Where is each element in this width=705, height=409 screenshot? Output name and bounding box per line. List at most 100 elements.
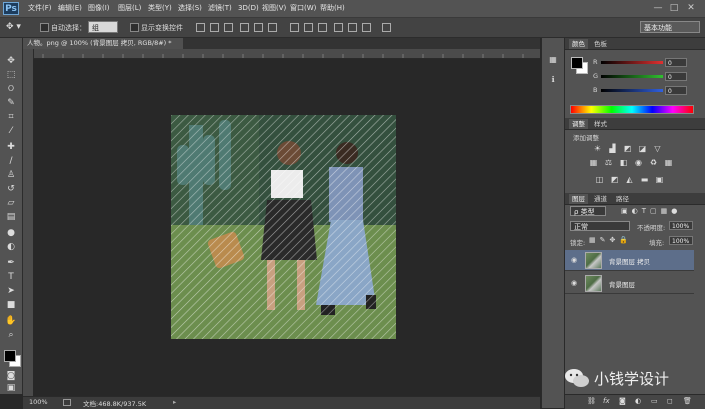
gradient-tool-icon[interactable]: ▤ xyxy=(5,211,17,223)
auto-align-icon[interactable] xyxy=(382,23,391,32)
status-menu-arrow-icon[interactable]: ▸ xyxy=(173,398,176,406)
color-spectrum-bar[interactable] xyxy=(570,105,694,114)
pen-tool-icon[interactable]: ✒ xyxy=(5,257,17,269)
menu-layer[interactable]: 图层(L) xyxy=(118,0,141,17)
move-tool-preset-icon[interactable]: ✥ ▾ xyxy=(6,21,30,33)
document-tab[interactable]: 人物。png @ 100% (背景图层 拷贝, RGB/8#) * xyxy=(23,38,183,49)
document-info[interactable]: 文档:468.8K/937.5K xyxy=(83,398,146,408)
visibility-eye-icon[interactable]: ◉ xyxy=(570,279,578,287)
history-brush-tool-icon[interactable]: ↺ xyxy=(5,183,17,195)
invert-icon[interactable]: ◫ xyxy=(595,175,604,184)
channel-r-slider[interactable] xyxy=(601,61,663,64)
path-selection-tool-icon[interactable]: ➤ xyxy=(5,285,17,297)
layer-filter-dropdown[interactable]: ρ 类型 xyxy=(570,206,606,216)
menu-edit[interactable]: 编辑(E) xyxy=(58,0,82,17)
opacity-value[interactable]: 100% xyxy=(669,221,693,230)
zoom-level[interactable]: 100% xyxy=(29,398,48,406)
align-hcenter-icon[interactable] xyxy=(254,23,263,32)
auto-select-checkbox[interactable] xyxy=(40,23,49,32)
menu-window[interactable]: 窗口(W) xyxy=(290,0,316,17)
trash-icon[interactable]: 🗑 xyxy=(683,397,692,405)
screen-mode-icon[interactable]: ▣ xyxy=(5,382,17,394)
brightness-icon[interactable]: ☀ xyxy=(593,144,602,153)
photo-filter-icon[interactable]: ◉ xyxy=(634,158,643,167)
maximize-button[interactable]: □ xyxy=(668,2,680,14)
gradient-map-icon[interactable]: ▬ xyxy=(640,175,649,184)
blur-tool-icon[interactable]: ● xyxy=(5,227,17,239)
adjustment-icon[interactable]: ◐ xyxy=(635,397,641,405)
tab-styles[interactable]: 样式 xyxy=(591,119,610,129)
quick-select-tool-icon[interactable]: ✎ xyxy=(5,97,17,109)
properties-panel-icon[interactable]: ℹ xyxy=(548,75,558,84)
tab-layers[interactable]: 图层 xyxy=(569,194,588,204)
layer-name[interactable]: 背景图层 xyxy=(609,279,635,289)
levels-icon[interactable]: ▟ xyxy=(608,144,617,153)
quick-mask-icon[interactable]: ◙ xyxy=(5,370,17,382)
folder-icon[interactable]: ▭ xyxy=(651,397,658,405)
align-vcenter-icon[interactable] xyxy=(210,23,219,32)
shape-tool-icon[interactable]: ■ xyxy=(5,299,17,311)
tab-color[interactable]: 颜色 xyxy=(569,39,588,49)
tab-swatches[interactable]: 色板 xyxy=(591,39,610,49)
distribute-right-icon[interactable] xyxy=(362,23,371,32)
layer-row[interactable]: ◉ 背景图层 xyxy=(565,273,694,294)
crop-tool-icon[interactable]: ⌗ xyxy=(5,111,17,123)
layer-name[interactable]: 背景图层 拷贝 xyxy=(609,256,650,266)
distribute-left-icon[interactable] xyxy=(334,23,343,32)
eyedropper-tool-icon[interactable]: ⁄ xyxy=(5,125,17,137)
color-balance-icon[interactable]: ⚖ xyxy=(604,158,613,167)
distribute-vcenter-icon[interactable] xyxy=(304,23,313,32)
align-bottom-icon[interactable] xyxy=(224,23,233,32)
new-layer-icon[interactable]: ◻ xyxy=(667,397,673,405)
distribute-top-icon[interactable] xyxy=(290,23,299,32)
artwork-image[interactable] xyxy=(171,115,396,339)
color-fg-swatch[interactable] xyxy=(571,57,583,69)
channel-g-slider[interactable] xyxy=(601,75,663,78)
channel-mixer-icon[interactable]: ♻ xyxy=(649,158,658,167)
menu-type[interactable]: 类型(Y) xyxy=(148,0,172,17)
auto-select-dropdown[interactable]: 组 xyxy=(88,21,118,33)
color-lookup-icon[interactable]: ▦ xyxy=(664,158,673,167)
tab-paths[interactable]: 路径 xyxy=(613,194,632,204)
align-right-icon[interactable] xyxy=(268,23,277,32)
fx-icon[interactable]: fx xyxy=(603,397,610,405)
menu-view[interactable]: 视图(V) xyxy=(262,0,286,17)
workspace-dropdown[interactable]: 基本功能 xyxy=(640,21,700,33)
minimize-button[interactable]: — xyxy=(652,2,664,14)
vibrance-icon[interactable]: ▽ xyxy=(653,144,662,153)
channel-g-value[interactable]: 0 xyxy=(665,72,687,81)
show-transform-checkbox[interactable] xyxy=(130,23,139,32)
curves-icon[interactable]: ◩ xyxy=(623,144,632,153)
link-icon[interactable]: ⛓ xyxy=(587,397,596,405)
menu-filter[interactable]: 滤镜(T) xyxy=(208,0,232,17)
black-white-icon[interactable]: ◧ xyxy=(619,158,628,167)
align-left-icon[interactable] xyxy=(240,23,249,32)
visibility-eye-icon[interactable]: ◉ xyxy=(570,256,578,264)
zoom-tool-icon[interactable]: ⌕ xyxy=(5,329,17,341)
healing-brush-tool-icon[interactable]: ✚ xyxy=(5,141,17,153)
type-tool-icon[interactable]: T xyxy=(5,271,17,283)
foreground-color-swatch[interactable] xyxy=(4,350,16,362)
channel-b-slider[interactable] xyxy=(601,89,663,92)
tab-adjustments[interactable]: 调整 xyxy=(569,119,588,129)
posterize-icon[interactable]: ◩ xyxy=(610,175,619,184)
menu-help[interactable]: 帮助(H) xyxy=(320,0,345,17)
mask-icon[interactable]: ◙ xyxy=(619,397,626,405)
lasso-tool-icon[interactable]: ଠ xyxy=(5,83,17,95)
move-tool-icon[interactable]: ✥ xyxy=(5,55,17,67)
marquee-tool-icon[interactable]: ⬚ xyxy=(5,69,17,81)
tab-channels[interactable]: 通道 xyxy=(591,194,610,204)
distribute-bottom-icon[interactable] xyxy=(318,23,327,32)
dodge-tool-icon[interactable]: ◐ xyxy=(5,241,17,253)
blend-mode-dropdown[interactable]: 正常 xyxy=(570,221,630,231)
status-export-icon[interactable] xyxy=(63,399,71,406)
history-panel-icon[interactable]: ▦ xyxy=(548,55,558,64)
eraser-tool-icon[interactable]: ▱ xyxy=(5,197,17,209)
clone-stamp-tool-icon[interactable]: ♙ xyxy=(5,169,17,181)
hue-saturation-icon[interactable]: ▦ xyxy=(589,158,598,167)
layer-row[interactable]: ◉ 背景图层 拷贝 xyxy=(565,250,694,271)
exposure-icon[interactable]: ◪ xyxy=(638,144,647,153)
threshold-icon[interactable]: ◭ xyxy=(625,175,634,184)
channel-b-value[interactable]: 0 xyxy=(665,86,687,95)
lock-icons[interactable]: ▦✎✥🔒 xyxy=(589,236,632,244)
